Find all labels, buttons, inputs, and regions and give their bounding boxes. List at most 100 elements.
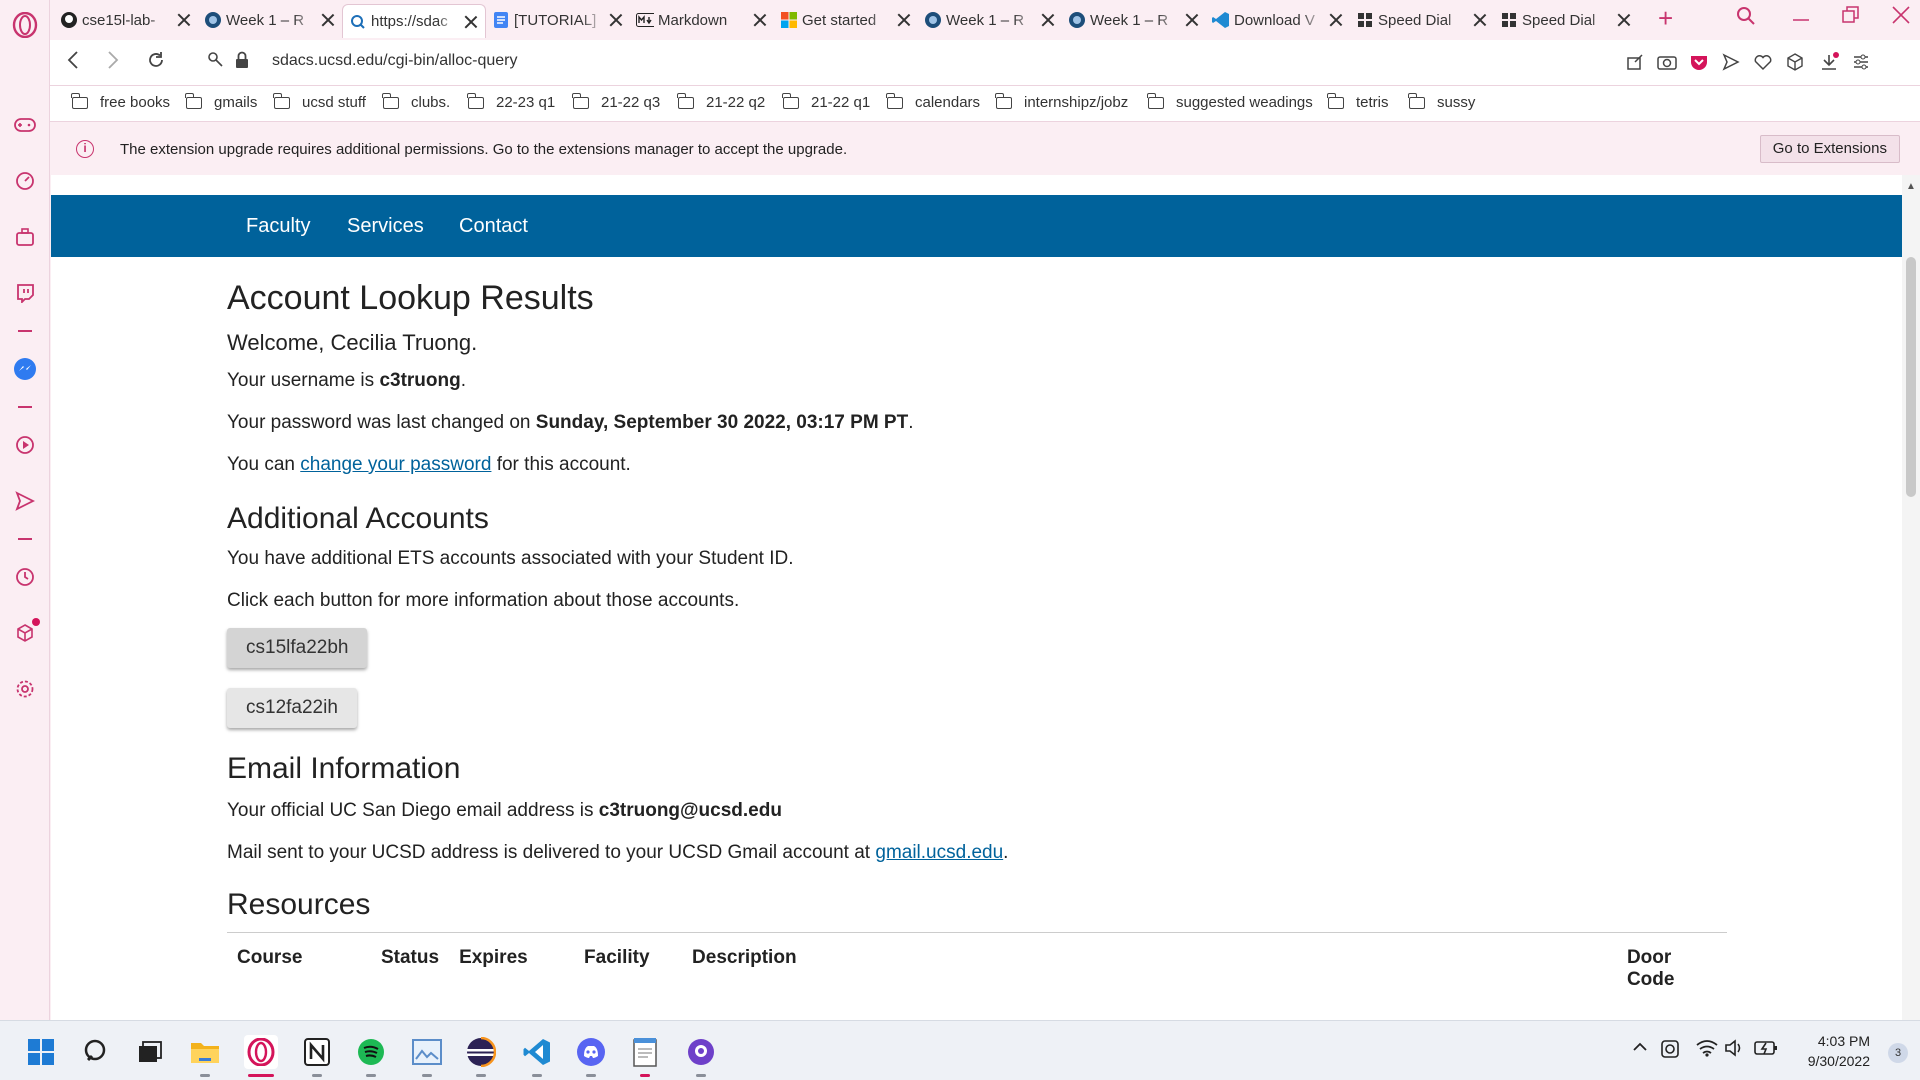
bookmark-folder[interactable]: 21-22 q2 <box>677 92 765 111</box>
bookmark-folder[interactable]: gmails <box>185 92 257 111</box>
close-tab-icon[interactable] <box>463 14 479 30</box>
tab-active[interactable]: https://sdac <box>342 4 486 38</box>
tab[interactable]: [TUTORIAL] <box>486 4 630 36</box>
volume-icon[interactable] <box>1724 1039 1746 1062</box>
snapshot-edit-icon[interactable] <box>1624 51 1646 73</box>
tab[interactable]: Week 1 – R <box>198 4 342 36</box>
flow-send-icon[interactable] <box>1720 51 1742 73</box>
settings-gear-icon[interactable] <box>12 676 38 702</box>
close-tab-icon[interactable] <box>608 12 624 28</box>
search-icon[interactable] <box>80 1035 114 1069</box>
tab[interactable]: Get started <box>774 4 918 36</box>
account-button[interactable]: cs15lfa22bh <box>227 628 368 668</box>
extensions-cube-icon[interactable] <box>1784 51 1806 73</box>
bookmark-folder[interactable]: sussy <box>1408 92 1475 111</box>
tab[interactable]: Markdown <box>630 4 774 36</box>
workspace-icon[interactable] <box>12 224 38 250</box>
bookmark-folder[interactable]: clubs. <box>382 92 450 111</box>
discord-icon[interactable] <box>574 1035 608 1077</box>
site-navbar: Faculty Services Contact <box>51 195 1902 257</box>
wifi-icon[interactable] <box>1696 1039 1718 1062</box>
back-icon[interactable] <box>66 50 80 76</box>
battery-charging-icon[interactable] <box>1754 1039 1778 1062</box>
task-view-icon[interactable] <box>132 1035 166 1069</box>
reload-icon[interactable] <box>146 50 166 76</box>
speed-dial-icon <box>1500 11 1518 29</box>
tab[interactable]: cse15l-lab- <box>54 4 198 36</box>
scrollbar-thumb[interactable] <box>1906 257 1916 497</box>
change-password-link[interactable]: change your password <box>300 454 491 475</box>
bookmark-folder[interactable]: 22-23 q1 <box>467 92 555 111</box>
url-field[interactable]: sdacs.ucsd.edu/cgi-bin/alloc-query <box>272 52 517 70</box>
close-tab-icon[interactable] <box>1040 12 1056 28</box>
close-tab-icon[interactable] <box>1472 12 1488 28</box>
bookmark-folder[interactable]: free books <box>71 92 170 111</box>
easy-setup-icon[interactable] <box>1850 51 1872 73</box>
vscode-icon <box>1212 11 1230 29</box>
tab[interactable]: Week 1 – R <box>918 4 1062 36</box>
image-viewer-icon[interactable] <box>410 1035 444 1077</box>
spotify-icon[interactable] <box>354 1035 388 1077</box>
close-tab-icon[interactable] <box>752 12 768 28</box>
pocket-icon[interactable] <box>1688 51 1710 73</box>
nav-link-services[interactable]: Services <box>347 215 424 238</box>
scroll-up-arrow-icon[interactable]: ▲ <box>1906 181 1916 192</box>
system-clock[interactable]: 4:03 PM 9/30/2022 <box>1808 1031 1870 1071</box>
account-button[interactable]: cs12fa22ih <box>227 688 357 728</box>
page-scrollbar[interactable]: ▲ <box>1902 175 1920 1020</box>
docs-icon <box>492 11 510 29</box>
extensions-cube-icon[interactable] <box>12 618 40 646</box>
bookmark-folder[interactable]: internshipz/jobz <box>995 92 1128 111</box>
gmail-link[interactable]: gmail.ucsd.edu <box>875 842 1003 863</box>
twitch-icon[interactable] <box>12 280 38 306</box>
go-to-extensions-button[interactable]: Go to Extensions <box>1759 135 1900 163</box>
close-tab-icon[interactable] <box>176 12 192 28</box>
lock-icon[interactable] <box>234 50 250 76</box>
notepad-icon[interactable] <box>628 1035 662 1077</box>
bookmark-folder[interactable]: calendars <box>886 92 980 111</box>
bookmark-folder[interactable]: ucsd stuff <box>273 92 366 111</box>
github-desktop-icon[interactable] <box>684 1035 718 1077</box>
bookmark-folder[interactable]: tetris <box>1327 92 1389 111</box>
messenger-icon[interactable] <box>12 356 38 382</box>
game-controller-icon[interactable] <box>12 112 38 138</box>
close-tab-icon[interactable] <box>1328 12 1344 28</box>
start-icon[interactable] <box>24 1035 58 1069</box>
minimize-icon[interactable] <box>1792 6 1810 32</box>
bookmark-folder[interactable]: 21-22 q1 <box>782 92 870 111</box>
tab[interactable]: Speed Dial <box>1350 4 1494 36</box>
history-icon[interactable] <box>12 564 38 590</box>
tab[interactable]: Week 1 – R <box>1062 4 1206 36</box>
speedometer-icon[interactable] <box>12 168 38 194</box>
close-tab-icon[interactable] <box>896 12 912 28</box>
close-window-icon[interactable] <box>1892 6 1910 30</box>
sync-icon[interactable] <box>1660 1039 1680 1064</box>
new-tab-plus-icon[interactable]: + <box>1658 5 1673 31</box>
close-tab-icon[interactable] <box>1616 12 1632 28</box>
bookmark-folder[interactable]: 21-22 q3 <box>572 92 660 111</box>
opera-icon[interactable] <box>244 1035 278 1077</box>
show-hidden-icons-chevron-icon[interactable] <box>1632 1039 1648 1057</box>
opera-logo-icon[interactable] <box>12 12 38 38</box>
send-icon[interactable] <box>12 488 38 514</box>
player-icon[interactable] <box>12 432 38 458</box>
file-explorer-icon[interactable] <box>188 1035 222 1077</box>
tab[interactable]: Download V <box>1206 4 1350 36</box>
notion-icon[interactable] <box>300 1035 334 1077</box>
site-settings-icon[interactable] <box>206 50 226 76</box>
restore-icon[interactable] <box>1842 6 1860 30</box>
eclipse-icon[interactable] <box>464 1035 498 1077</box>
notification-badge[interactable]: 3 <box>1888 1043 1908 1063</box>
close-tab-icon[interactable] <box>1184 12 1200 28</box>
close-tab-icon[interactable] <box>320 12 336 28</box>
camera-icon[interactable] <box>1656 51 1678 73</box>
forward-icon[interactable] <box>106 50 120 76</box>
heart-icon[interactable] <box>1752 51 1774 73</box>
nav-link-faculty[interactable]: Faculty <box>246 215 310 238</box>
bookmark-folder[interactable]: suggested weadings <box>1147 92 1313 111</box>
download-icon[interactable] <box>1818 51 1840 73</box>
tab-search-icon[interactable] <box>1736 6 1756 32</box>
nav-link-contact[interactable]: Contact <box>459 215 528 238</box>
tab[interactable]: Speed Dial <box>1494 4 1638 36</box>
vscode-icon[interactable] <box>520 1035 554 1077</box>
